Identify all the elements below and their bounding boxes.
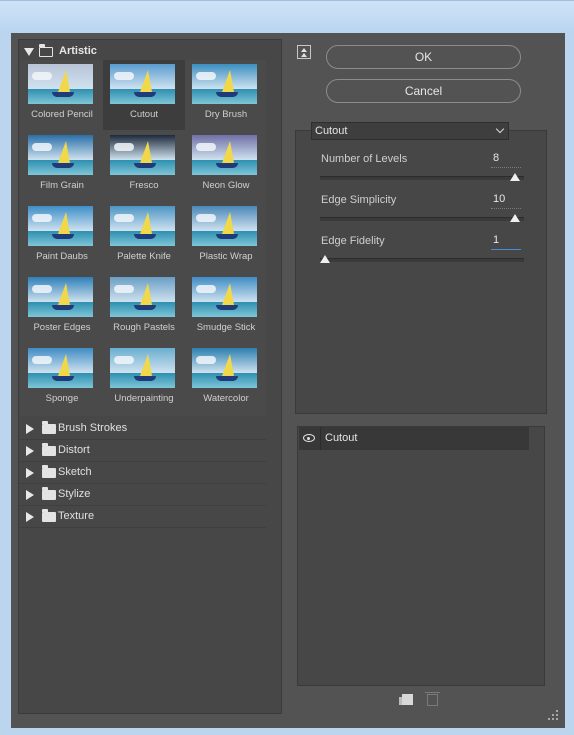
filter-thumbnail[interactable]: Sponge [21, 344, 103, 414]
filter-thumbnail[interactable]: Underpainting [103, 344, 185, 414]
filter-caption: Poster Edges [33, 322, 91, 333]
folder-label: Distort [58, 444, 90, 456]
filter-caption: Palette Knife [117, 251, 171, 262]
folder-label: Artistic [59, 45, 97, 57]
filter-thumbnail[interactable]: Watercolor [185, 344, 267, 414]
edge-simplicity-slider-track[interactable] [320, 217, 524, 221]
edge-fidelity-field[interactable]: 1 [491, 234, 521, 250]
filter-caption: Cutout [130, 109, 158, 120]
folder-label: Stylize [58, 488, 91, 500]
expand-triangle-icon[interactable] [26, 424, 34, 434]
window-frame-right [565, 33, 574, 728]
folder-texture[interactable]: Texture [20, 506, 266, 528]
edge-simplicity-slider-knob[interactable] [510, 214, 521, 222]
cancel-button[interactable]: Cancel [326, 79, 521, 103]
folder-sketch[interactable]: Sketch [20, 462, 266, 484]
folder-icon [42, 487, 56, 500]
expand-triangle-icon[interactable] [26, 468, 34, 478]
expand-triangle-icon[interactable] [26, 490, 34, 500]
filter-caption: Plastic Wrap [199, 251, 253, 262]
filter-preview-image [110, 277, 175, 317]
effect-layer-row[interactable]: Cutout [299, 427, 529, 450]
folder-icon [42, 509, 56, 522]
effect-layer-name: Cutout [325, 432, 358, 444]
filter-thumbnail[interactable]: Dry Brush [185, 60, 267, 130]
filter-caption: Film Grain [40, 180, 84, 191]
filter-caption: Colored Pencil [31, 109, 93, 120]
collapse-triangle-icon[interactable] [24, 48, 34, 56]
edge-fidelity-slider-track[interactable] [320, 258, 524, 262]
filter-caption: Underpainting [114, 393, 174, 404]
folder-open-icon [38, 43, 53, 57]
filter-preview-image [28, 206, 93, 246]
folder-icon [42, 465, 56, 478]
new-effect-layer-icon[interactable] [399, 694, 413, 705]
window-frame-bottom [0, 728, 574, 735]
folder-label: Texture [58, 510, 95, 522]
filter-select-value: Cutout [315, 125, 348, 137]
folder-distort[interactable]: Distort [20, 440, 266, 462]
expand-triangle-icon[interactable] [26, 512, 34, 522]
filter-preview-image [28, 277, 93, 317]
filter-preview-image [28, 64, 93, 104]
filter-preview-image [192, 64, 257, 104]
filter-preview-image [28, 135, 93, 175]
trash-icon[interactable] [425, 692, 440, 706]
filter-thumbnail[interactable]: Film Grain [21, 131, 103, 201]
folder-label: Sketch [58, 466, 92, 478]
filter-caption: Neon Glow [202, 180, 250, 191]
filter-preview-image [192, 348, 257, 388]
filter-thumbnail[interactable]: Colored Pencil [21, 60, 103, 130]
eye-icon[interactable] [303, 434, 315, 442]
folder-icon [42, 443, 56, 456]
filter-thumbnail[interactable]: Plastic Wrap [185, 202, 267, 272]
window-frame-left [0, 33, 11, 728]
filter-preview-image [110, 135, 175, 175]
folder-icon [42, 421, 56, 434]
filter-thumbnail[interactable]: Poster Edges [21, 273, 103, 343]
number-of-levels-field[interactable]: 8 [491, 152, 521, 168]
collapse-icon[interactable] [297, 45, 311, 59]
folder-artistic[interactable]: Artistic [20, 42, 280, 62]
chevron-down-icon [495, 124, 505, 134]
edge-simplicity-field[interactable]: 10 [491, 193, 521, 209]
filter-thumbnail[interactable]: Fresco [103, 131, 185, 201]
effect-layers-panel [297, 426, 545, 686]
filter-caption: Watercolor [203, 393, 249, 404]
filter-caption: Fresco [129, 180, 159, 191]
filter-thumbnail[interactable]: Cutout [103, 60, 185, 130]
resize-grip-icon[interactable] [548, 710, 558, 720]
param-label-edge-simplicity: Edge Simplicity [321, 194, 397, 206]
layer-divider [320, 427, 321, 450]
filter-thumbnail[interactable]: Palette Knife [103, 202, 185, 272]
filter-thumbnail[interactable]: Smudge Stick [185, 273, 267, 343]
filter-preview-image [110, 64, 175, 104]
edge-fidelity-slider-knob[interactable] [320, 255, 330, 263]
filter-thumbnail[interactable]: Neon Glow [185, 131, 267, 201]
filter-caption: Paint Daubs [36, 251, 88, 262]
filter-preview-image [28, 348, 93, 388]
folder-stylize[interactable]: Stylize [20, 484, 266, 506]
filter-preview-image [192, 206, 257, 246]
param-label-edge-fidelity: Edge Fidelity [321, 235, 385, 247]
filter-caption: Dry Brush [204, 109, 248, 120]
filter-caption: Smudge Stick [196, 322, 256, 333]
expand-triangle-icon[interactable] [26, 446, 34, 456]
filter-preview-image [192, 135, 257, 175]
folder-brush-strokes[interactable]: Brush Strokes [20, 418, 266, 440]
ok-button[interactable]: OK [326, 45, 521, 69]
filter-caption: Sponge [45, 393, 79, 404]
filter-preview-image [192, 277, 257, 317]
number-of-levels-slider-track[interactable] [320, 176, 524, 180]
number-of-levels-slider-knob[interactable] [510, 173, 521, 181]
filter-thumbnail[interactable]: Paint Daubs [21, 202, 103, 272]
folder-label: Brush Strokes [58, 422, 128, 434]
filter-preview-image [110, 206, 175, 246]
filter-preview-image [110, 348, 175, 388]
filter-thumbnail[interactable]: Rough Pastels [103, 273, 185, 343]
param-label-number-of-levels: Number of Levels [321, 153, 408, 165]
window-titlebar [0, 0, 574, 34]
filter-caption: Rough Pastels [113, 322, 175, 333]
filter-select[interactable]: Cutout [311, 122, 509, 140]
